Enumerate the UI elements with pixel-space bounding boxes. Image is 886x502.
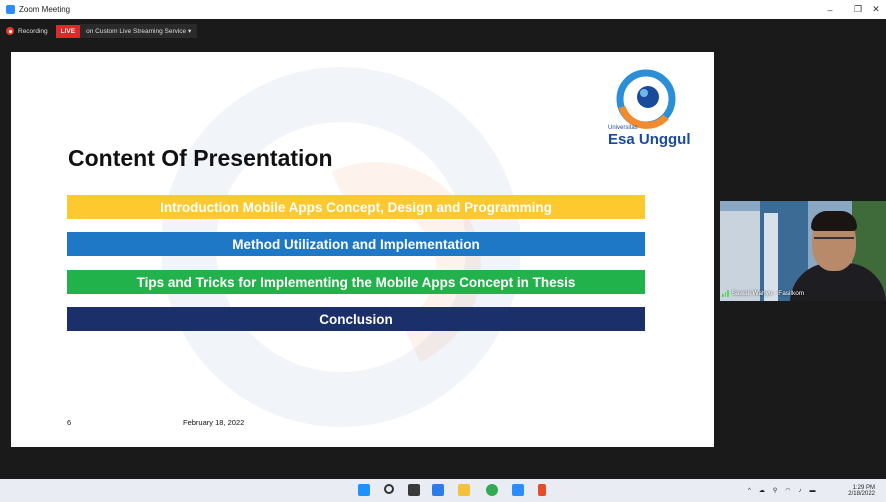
chrome-icon[interactable] [486,484,498,496]
clock[interactable]: 1:29 PM 2/18/2022 [843,479,875,502]
minimize-button[interactable]: – [816,0,844,19]
content-item-3: Tips and Tricks for Implementing the Mob… [67,270,645,294]
zoom-taskbar-icon[interactable] [512,484,524,496]
volume-icon[interactable]: ♪ [798,488,801,494]
shared-slide: Universitas Esa Unggul Content Of Presen… [11,52,714,447]
title-bar: Zoom Meeting – ❐ ✕ [0,0,886,19]
close-button[interactable]: ✕ [866,0,886,19]
participant-glasses [814,237,854,247]
signal-strength-icon [722,290,729,297]
live-badge: LIVE [55,24,81,38]
window-title: Zoom Meeting [19,5,71,14]
recording-label: Recording [18,27,48,35]
background-building [720,211,760,301]
slide-date: February 18, 2022 [183,418,245,427]
widgets-icon[interactable] [432,484,444,496]
recording-bar: Recording LIVE on Custom Live Streaming … [6,23,198,39]
background-tower-stripe [764,213,778,301]
slide-title: Content Of Presentation [68,145,333,171]
clock-date: 2/18/2022 [848,490,875,497]
start-icon[interactable] [358,484,370,496]
content-item-4: Conclusion [67,307,645,331]
participant-name: Sawali Wahyu - Fasilkom [731,290,805,297]
search-icon[interactable] [384,484,394,494]
logo-name-text: Esa Unggul [608,131,691,148]
usb-icon[interactable]: ⚲ [773,487,777,494]
cloud-icon[interactable]: ☁ [759,487,765,494]
zoom-app-icon [6,5,15,14]
file-explorer-icon[interactable] [458,484,470,496]
content-item-1: Introduction Mobile Apps Concept, Design… [67,195,645,219]
participant-hair [811,211,857,231]
content-item-2: Method Utilization and Implementation [67,232,645,256]
chevron-up-icon[interactable]: ^ [748,488,751,494]
battery-icon[interactable]: ▬ [809,488,815,494]
task-view-icon[interactable] [408,484,420,496]
app-icon[interactable] [538,484,546,496]
slide-page-number: 6 [67,418,72,427]
recording-icon[interactable] [6,27,14,35]
taskbar: ^ ☁ ⚲ ◠ ♪ ▬ 1:29 PM 2/18/2022 [0,479,886,502]
live-stream-dropdown[interactable]: on Custom Live Streaming Service ▾ [80,24,198,38]
wifi-icon[interactable]: ◠ [785,487,790,494]
participant-video[interactable]: Sawali Wahyu - Fasilkom [720,201,886,301]
participant-name-tag: Sawali Wahyu - Fasilkom [722,290,804,297]
system-tray: ^ ☁ ⚲ ◠ ♪ ▬ [748,479,815,502]
